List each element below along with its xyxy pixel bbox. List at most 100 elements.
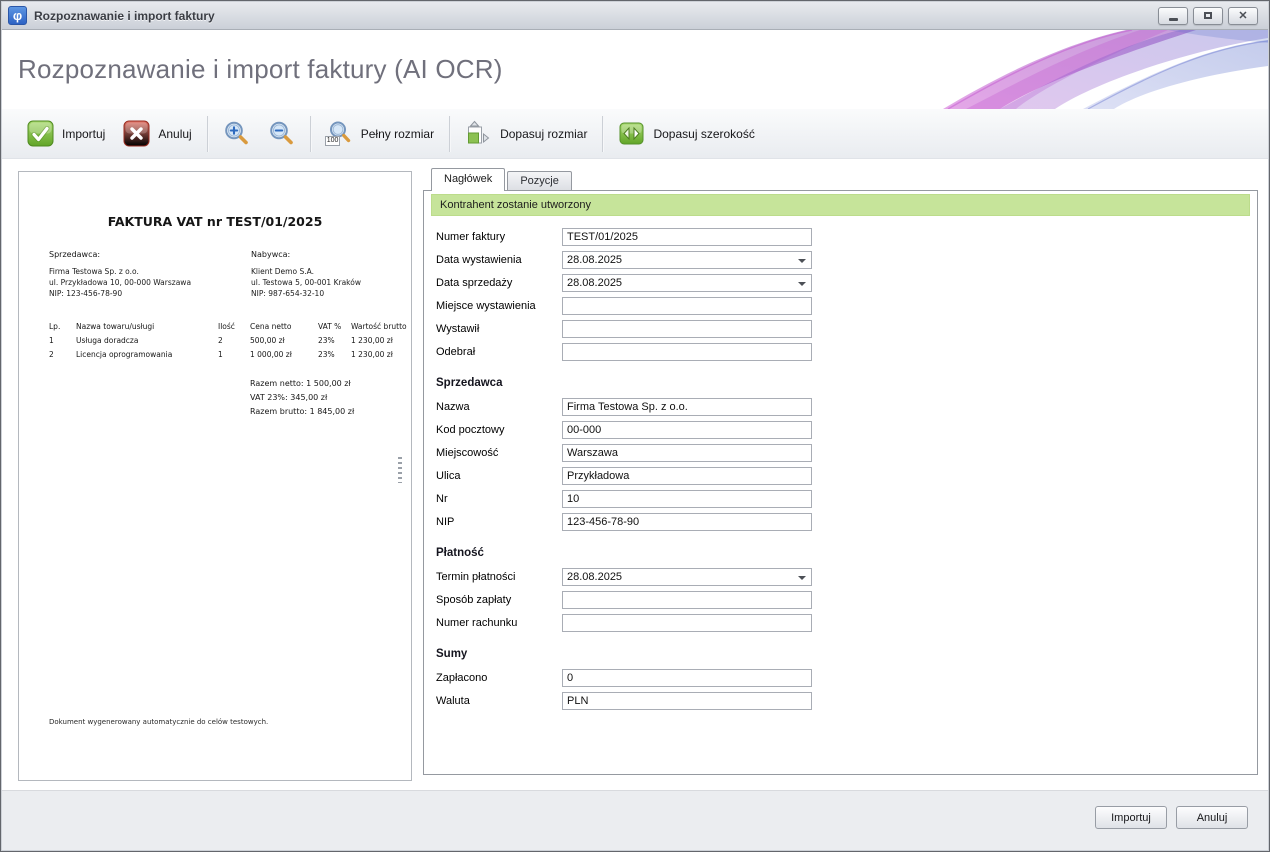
toolbar-import-label: Importuj bbox=[62, 127, 105, 141]
tab-pozycje[interactable]: Pozycje bbox=[507, 171, 572, 191]
toolbar-separator bbox=[310, 116, 311, 152]
seller-name-input[interactable] bbox=[562, 398, 812, 416]
currency-input[interactable] bbox=[562, 692, 812, 710]
invoice-table-header: Lp. Nazwa towaru/usługi Ilość Cena netto… bbox=[19, 322, 411, 334]
close-icon: ✕ bbox=[1238, 9, 1247, 22]
tab-naglowek[interactable]: Nagłówek bbox=[431, 168, 505, 191]
chevron-down-icon bbox=[798, 259, 806, 267]
issue-place-label: Miejsce wystawienia bbox=[436, 300, 562, 312]
decorative-wave-graphic bbox=[848, 30, 1268, 109]
invoice-buyer-name: Klient Demo S.A. bbox=[251, 266, 361, 277]
invoice-seller-name: Firma Testowa Sp. z o.o. bbox=[49, 266, 191, 277]
form-body: Numer faktury Data wystawienia 28.08.202… bbox=[424, 228, 1257, 710]
payment-section-header: Płatność bbox=[436, 547, 1257, 559]
payment-method-input[interactable] bbox=[562, 591, 812, 609]
seller-postal-input[interactable] bbox=[562, 421, 812, 439]
footer-cancel-button[interactable]: Anuluj bbox=[1176, 806, 1248, 829]
title-bar[interactable]: φ Rozpoznawanie i import faktury ✕ bbox=[2, 2, 1268, 30]
invoice-buyer-block: Nabywca: Klient Demo S.A. ul. Testowa 5,… bbox=[251, 250, 361, 299]
received-by-label: Odebrał bbox=[436, 346, 562, 358]
full-size-label: Pełny rozmiar bbox=[361, 127, 434, 141]
invoice-buyer-label: Nabywca: bbox=[251, 250, 361, 259]
fit-size-label: Dopasuj rozmiar bbox=[500, 127, 587, 141]
seller-name-label: Nazwa bbox=[436, 401, 562, 413]
window-title: Rozpoznawanie i import faktury bbox=[34, 9, 215, 23]
maximize-button[interactable] bbox=[1193, 7, 1223, 25]
zoom-in-icon bbox=[223, 120, 250, 147]
sale-date-select[interactable]: 28.08.2025 bbox=[562, 274, 812, 292]
invoice-seller-label: Sprzedawca: bbox=[49, 250, 191, 259]
page-title: Rozpoznawanie i import faktury (AI OCR) bbox=[18, 54, 503, 85]
fit-size-button[interactable]: Dopasuj rozmiar bbox=[456, 117, 596, 150]
seller-street-label: Ulica bbox=[436, 470, 562, 482]
close-button[interactable]: ✕ bbox=[1228, 7, 1258, 25]
toolbar-separator bbox=[449, 116, 450, 152]
form-panel: Kontrahent zostanie utworzony Numer fakt… bbox=[423, 190, 1258, 775]
invoice-buyer-nip: NIP: 987-654-32-10 bbox=[251, 288, 361, 299]
fit-width-icon bbox=[618, 120, 645, 147]
zoom-out-icon bbox=[268, 120, 295, 147]
toolbar-import-button[interactable]: Importuj bbox=[18, 117, 114, 150]
seller-number-label: Nr bbox=[436, 493, 562, 505]
account-number-input[interactable] bbox=[562, 614, 812, 632]
maximize-icon bbox=[1204, 12, 1212, 19]
invoice-number-input[interactable] bbox=[562, 228, 812, 246]
seller-city-input[interactable] bbox=[562, 444, 812, 462]
received-by-input[interactable] bbox=[562, 343, 812, 361]
paid-input[interactable] bbox=[562, 669, 812, 687]
app-icon: φ bbox=[8, 6, 27, 25]
sale-date-label: Data sprzedaży bbox=[436, 277, 562, 289]
minimize-button[interactable] bbox=[1158, 7, 1188, 25]
invoice-seller-block: Sprzedawca: Firma Testowa Sp. z o.o. ul.… bbox=[49, 250, 191, 299]
footer-import-button[interactable]: Importuj bbox=[1095, 806, 1167, 829]
invoice-total-net: Razem netto: 1 500,00 zł bbox=[250, 379, 351, 388]
zoom-out-button[interactable] bbox=[259, 117, 304, 150]
cancel-x-icon bbox=[123, 120, 150, 147]
fit-width-button[interactable]: Dopasuj szerokość bbox=[609, 117, 763, 150]
toolbar-cancel-label: Anuluj bbox=[158, 127, 191, 141]
dialog-footer: Importuj Anuluj bbox=[2, 790, 1268, 850]
seller-street-input[interactable] bbox=[562, 467, 812, 485]
import-check-icon bbox=[27, 120, 54, 147]
tab-strip: Nagłówek Pozycje bbox=[431, 168, 572, 191]
issue-place-input[interactable] bbox=[562, 297, 812, 315]
invoice-title: FAKTURA VAT nr TEST/01/2025 bbox=[19, 214, 411, 229]
seller-postal-label: Kod pocztowy bbox=[436, 424, 562, 436]
panel-splitter[interactable] bbox=[396, 171, 404, 781]
full-size-button[interactable]: 100 Pełny rozmiar bbox=[317, 117, 443, 150]
invoice-footer-note: Dokument wygenerowany automatycznie do c… bbox=[49, 718, 268, 726]
invoice-number-label: Numer faktury bbox=[436, 231, 562, 243]
zoom-in-button[interactable] bbox=[214, 117, 259, 150]
payment-due-select[interactable]: 28.08.2025 bbox=[562, 568, 812, 586]
seller-city-label: Miejscowość bbox=[436, 447, 562, 459]
minimize-icon bbox=[1169, 18, 1178, 21]
toolbar: Importuj Anuluj bbox=[2, 109, 1268, 159]
invoice-total-vat: VAT 23%: 345,00 zł bbox=[250, 393, 327, 402]
seller-nip-label: NIP bbox=[436, 516, 562, 528]
issue-date-select[interactable]: 28.08.2025 bbox=[562, 251, 812, 269]
seller-number-input[interactable] bbox=[562, 490, 812, 508]
invoice-seller-address: ul. Przykładowa 10, 00-000 Warszawa bbox=[49, 277, 191, 288]
dialog-window: φ Rozpoznawanie i import faktury ✕ bbox=[0, 0, 1270, 852]
invoice-seller-nip: NIP: 123-456-78-90 bbox=[49, 288, 191, 299]
account-number-label: Numer rachunku bbox=[436, 617, 562, 629]
invoice-table-row: 1 Usługa doradcza 2 500,00 zł 23% 1 230,… bbox=[19, 336, 411, 348]
phi-glyph: φ bbox=[13, 9, 22, 22]
toolbar-cancel-button[interactable]: Anuluj bbox=[114, 117, 200, 150]
chevron-down-icon bbox=[798, 282, 806, 290]
fit-width-label: Dopasuj szerokość bbox=[653, 127, 754, 141]
content-area: FAKTURA VAT nr TEST/01/2025 Sprzedawca: … bbox=[2, 159, 1268, 791]
issued-by-input[interactable] bbox=[562, 320, 812, 338]
zoom-100-badge: 100 bbox=[325, 136, 341, 146]
issue-date-label: Data wystawienia bbox=[436, 254, 562, 266]
page-header: Rozpoznawanie i import faktury (AI OCR) bbox=[2, 30, 1268, 109]
payment-due-label: Termin płatności bbox=[436, 571, 562, 583]
window-controls: ✕ bbox=[1158, 7, 1262, 25]
payment-method-label: Sposób zapłaty bbox=[436, 594, 562, 606]
chevron-down-icon bbox=[798, 576, 806, 584]
issued-by-label: Wystawił bbox=[436, 323, 562, 335]
seller-nip-input[interactable] bbox=[562, 513, 812, 531]
toolbar-separator bbox=[602, 116, 603, 152]
invoice-total-gross: Razem brutto: 1 845,00 zł bbox=[250, 407, 354, 416]
invoice-preview-panel[interactable]: FAKTURA VAT nr TEST/01/2025 Sprzedawca: … bbox=[18, 171, 412, 781]
